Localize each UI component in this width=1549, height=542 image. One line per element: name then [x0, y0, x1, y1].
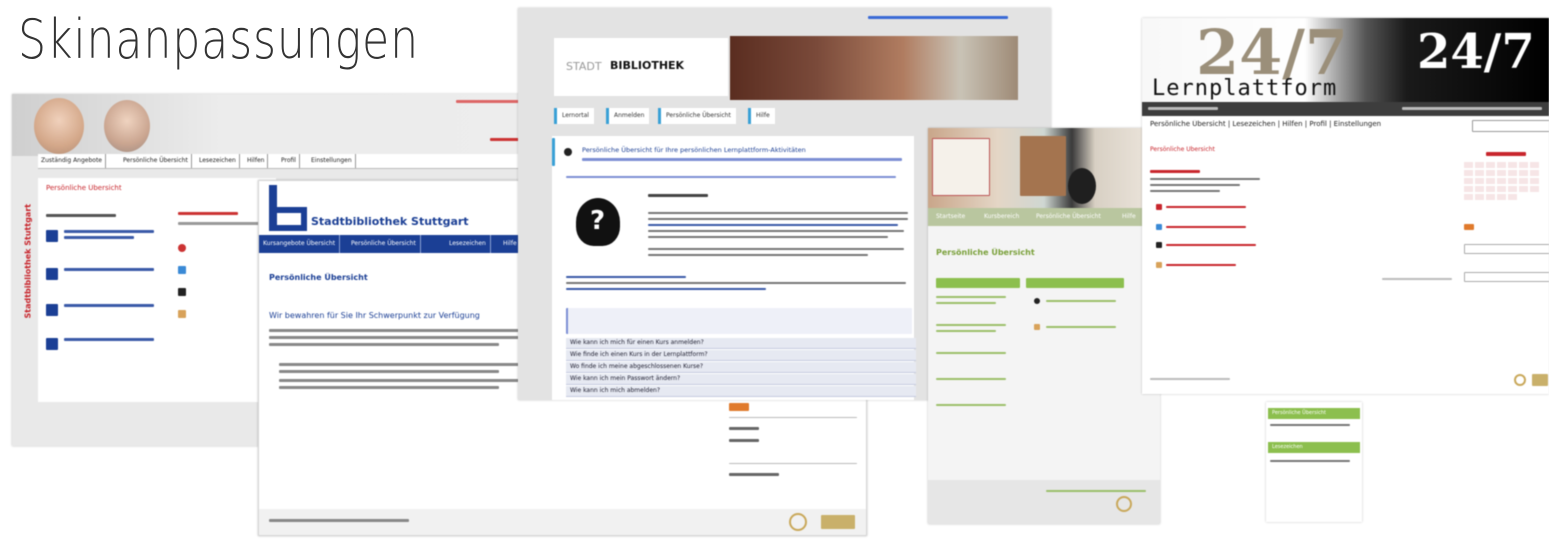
mail-icon [1034, 324, 1040, 330]
portrait-woman [104, 100, 150, 152]
panel-header[interactable]: Lesezeichen [1268, 442, 1360, 453]
calendar-widget [1462, 148, 1548, 220]
logo-icon [1532, 374, 1548, 386]
vertical-sidebar-label: Stadtbibliothek Stuttgart [23, 203, 33, 319]
course-icon [46, 304, 58, 316]
logo-247-right: 24/7 [1417, 24, 1535, 80]
course-icon [46, 338, 58, 350]
orange-button[interactable] [1464, 224, 1474, 230]
course-link[interactable] [64, 230, 154, 233]
faq-row[interactable]: Wo finde ich meine abgeschlossenen Kurse… [566, 362, 916, 373]
headline: Persönliche Übersicht für Ihre persönlic… [582, 146, 806, 154]
bullet-icon [564, 148, 572, 156]
header-photo [730, 36, 1018, 100]
green-header [1026, 278, 1124, 288]
seal-icon [1116, 496, 1132, 512]
lock-icon [1156, 242, 1162, 248]
logo-icon [821, 515, 855, 529]
orange-button[interactable] [729, 403, 749, 411]
content-heading: Wir bewahren für Sie Ihr Schwerpunkt zur… [269, 311, 480, 320]
select-field[interactable] [1464, 244, 1549, 254]
screenshot-green-library: Startseite Kursbereich Persönliche Übers… [928, 128, 1160, 524]
tab-help[interactable]: Hilfen [244, 154, 269, 168]
content-panel: Persönliche Übersicht [38, 178, 276, 402]
calendar-image [932, 138, 990, 196]
footer [928, 480, 1160, 524]
faq-row[interactable]: Wie kann ich mich für einen Kurs anmelde… [566, 338, 916, 349]
main-nav: Startseite Kursbereich Persönliche Übers… [928, 208, 1160, 226]
section-title: Persönliche Übersicht [269, 273, 368, 282]
mail-icon [178, 310, 186, 318]
course-link[interactable] [64, 338, 154, 341]
footer [259, 509, 866, 535]
select-field[interactable] [1464, 272, 1549, 282]
course-link[interactable] [1166, 244, 1256, 246]
nav-home[interactable]: Startseite [932, 208, 969, 226]
screenshot-lernplattform-247: 24/7 24/7 Lernplattform Persönliche Über… [1142, 18, 1549, 394]
lock-icon [1034, 298, 1040, 304]
course-icon [46, 230, 58, 242]
lock-icon [178, 288, 186, 296]
top-links[interactable] [868, 16, 1008, 19]
course-icon [1156, 204, 1162, 210]
page-title: Skinanpassungen [18, 8, 420, 71]
mail-icon [1156, 262, 1162, 268]
faq-row[interactable]: Wie finde ich einen Kurs in der Lernplat… [566, 350, 916, 361]
tab-anmelden[interactable]: Anmelden [606, 108, 650, 124]
course-link[interactable] [1166, 264, 1236, 266]
header-link[interactable] [456, 100, 520, 103]
course-link[interactable] [1166, 226, 1246, 228]
content-panel: Persönliche Übersicht für Ihre persönlic… [552, 136, 916, 400]
main-menu[interactable]: Persönliche Übersicht | Lesezeichen | Hi… [1150, 120, 1470, 132]
header-banner: 24/7 24/7 Lernplattform [1142, 18, 1549, 102]
seal-icon [789, 513, 807, 531]
tab-bookmarks[interactable]: Lesezeichen [196, 154, 240, 168]
chair-image [1068, 168, 1096, 204]
nav-courses[interactable]: Kursangebote Übersicht [259, 235, 341, 253]
tab-settings[interactable]: Einstellungen [308, 154, 356, 168]
header-photo [928, 128, 1160, 208]
faq-row[interactable]: Wie kann ich mein Passwort ändern? [566, 374, 916, 385]
nav-bookmarks[interactable]: Lesezeichen [445, 235, 491, 253]
screenshot-green-panels: Persönliche Übersicht Lesezeichen [1266, 402, 1362, 522]
info-box [566, 308, 912, 334]
course-link[interactable] [64, 304, 154, 307]
main-nav: Kursangebote Übersicht Persönliche Übers… [259, 235, 529, 253]
cloud-icon [1156, 224, 1162, 230]
tab-personal-overview[interactable]: Persönliche Übersicht [120, 154, 192, 168]
panel-header[interactable]: Persönliche Übersicht [1268, 408, 1360, 419]
question-head-icon: ? [570, 194, 626, 254]
nav-courses[interactable]: Kursbereich [980, 208, 1023, 226]
panel-title: Persönliche Übersicht [46, 184, 122, 192]
tab-zustaendig[interactable]: Zuständig Angebote [38, 154, 106, 168]
house-icon [178, 244, 186, 252]
course-link[interactable] [64, 268, 154, 271]
course-icon [46, 268, 58, 280]
hero-banner [12, 94, 532, 156]
cloud-icon [178, 266, 186, 274]
shelf-image [1020, 136, 1066, 196]
b-logo-icon [269, 185, 309, 231]
tab-help[interactable]: Hilfe [748, 108, 775, 124]
seal-icon [1514, 374, 1526, 386]
tab-overview[interactable]: Persönliche Übersicht [658, 108, 736, 124]
top-toolbar [1142, 102, 1549, 116]
main-nav: Zuständig Angebote Persönliche Übersicht… [38, 154, 532, 169]
section-title: Persönliche Übersicht [936, 248, 1035, 257]
library-logo: STADT BIBLIOTHEK [554, 38, 728, 96]
tab-profile[interactable]: Profil [278, 154, 300, 168]
nav-help[interactable]: Hilfe [1118, 208, 1140, 226]
course-link[interactable] [1166, 206, 1246, 208]
brand-name: Stadtbibliothek Stuttgart [311, 215, 469, 228]
faq-row[interactable]: Wie kann ich mich abmelden? [566, 386, 916, 397]
tab-lernportal[interactable]: Lernortal [554, 108, 594, 124]
portrait-man [34, 98, 84, 154]
nav-overview[interactable]: Persönliche Übersicht [1032, 208, 1105, 226]
section-title: Persönliche Übersicht [1150, 146, 1215, 153]
green-header [936, 278, 1020, 288]
nav-overview[interactable]: Persönliche Übersicht [347, 235, 421, 253]
search-input[interactable] [1472, 120, 1549, 132]
brand-name: Lernplattform [1152, 76, 1338, 101]
